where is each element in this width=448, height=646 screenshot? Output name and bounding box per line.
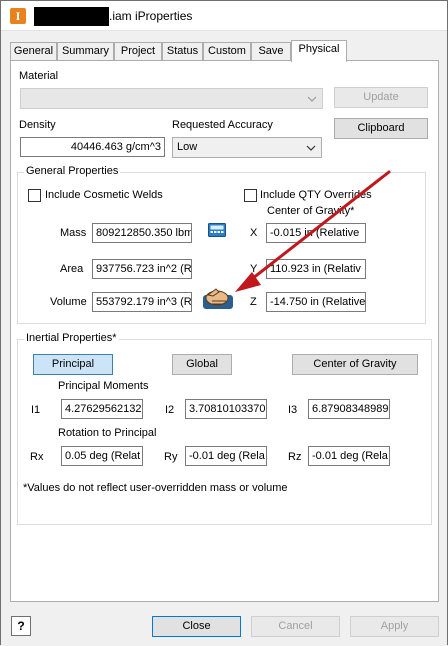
iproperties-dialog: I .iam iProperties General Summary Proje… [0,0,448,645]
physical-tab-panel: Material Update Density 40446.463 g/cm^3… [10,60,439,602]
values-note: *Values do not reflect user-overridden m… [23,482,288,494]
dialog-footer: ? Close Cancel Apply [1,609,447,645]
i2-label: I2 [165,404,175,416]
pointing-hand-icon [203,288,233,309]
tab-save[interactable]: Save [251,42,291,61]
mass-field[interactable]: 809212850.350 lbm [92,223,192,243]
window-title: .iam iProperties [109,9,193,23]
tab-status[interactable]: Status [162,42,203,61]
close-button[interactable]: Close [152,616,241,637]
principal-moments-title: Principal Moments [58,380,149,392]
chevron-down-icon [306,145,316,151]
inertial-properties-title: Inertial Properties* [24,332,119,344]
mass-label: Mass [60,227,87,239]
tab-summary[interactable]: Summary [57,42,114,61]
y-label: Y [250,263,258,275]
z-label: Z [250,296,257,308]
update-button[interactable]: Update [334,87,428,108]
title-bar: I .iam iProperties [1,1,447,31]
include-qty-overrides-label: Include QTY Overrides [260,189,372,201]
tab-custom[interactable]: Custom [203,42,251,61]
ry-label: Ry [164,451,178,463]
i3-label: I3 [288,404,298,416]
cog-y-field[interactable]: 110.923 in (Relativ [266,259,366,279]
requested-accuracy-label: Requested Accuracy [172,119,273,131]
general-properties-title: General Properties [24,165,121,177]
cancel-button[interactable]: Cancel [251,616,340,637]
apply-button[interactable]: Apply [350,616,439,637]
material-dropdown[interactable] [20,88,323,109]
ry-field[interactable]: -0.01 deg (Rela [185,446,267,466]
cog-x-field[interactable]: -0.015 in (Relative [266,223,366,243]
general-properties-group: General Properties Include Cosmetic Weld… [17,165,426,324]
help-icon[interactable]: ? [11,616,31,636]
i1-label: I1 [31,404,41,416]
rotation-to-principal-title: Rotation to Principal [58,427,157,439]
rz-field[interactable]: -0.01 deg (Rela [308,446,390,466]
rx-label: Rx [30,451,44,463]
area-label: Area [60,263,84,275]
calculator-icon[interactable] [208,223,226,237]
tab-project[interactable]: Project [114,42,162,61]
tab-physical[interactable]: Physical [291,40,347,62]
density-label: Density [19,119,56,131]
volume-field[interactable]: 553792.179 in^3 (R [92,292,192,312]
chevron-down-icon [307,96,317,102]
redacted-filename [34,7,109,26]
x-label: X [250,227,258,239]
center-of-gravity-title: Center of Gravity* [267,205,355,217]
requested-accuracy-value: Low [177,141,198,153]
include-cosmetic-welds-label: Include Cosmetic Welds [45,189,163,201]
global-button[interactable]: Global [172,354,232,375]
include-qty-overrides-checkbox[interactable] [244,189,257,202]
tab-general[interactable]: General [10,42,57,61]
i3-field[interactable]: 6.87908348989 [308,399,390,419]
volume-label: Volume [50,296,87,308]
cog-z-field[interactable]: -14.750 in (Relative [266,292,366,312]
material-label: Material [19,70,59,82]
requested-accuracy-dropdown[interactable]: Low [172,137,322,158]
clipboard-button[interactable]: Clipboard [334,118,428,139]
area-field[interactable]: 937756.723 in^2 (R [92,259,192,279]
inertial-properties-group: Inertial Properties* Principal Global Ce… [17,332,432,525]
i1-field[interactable]: 4.27629562132 [61,399,143,419]
inventor-app-icon: I [10,8,26,24]
i2-field[interactable]: 3.70810103370 [185,399,267,419]
rz-label: Rz [288,451,302,463]
include-cosmetic-welds-checkbox[interactable] [28,189,41,202]
density-field[interactable]: 40446.463 g/cm^3 [20,137,165,157]
center-of-gravity-button[interactable]: Center of Gravity [292,354,418,375]
principal-button[interactable]: Principal [33,354,113,375]
rx-field[interactable]: 0.05 deg (Relat [61,446,143,466]
